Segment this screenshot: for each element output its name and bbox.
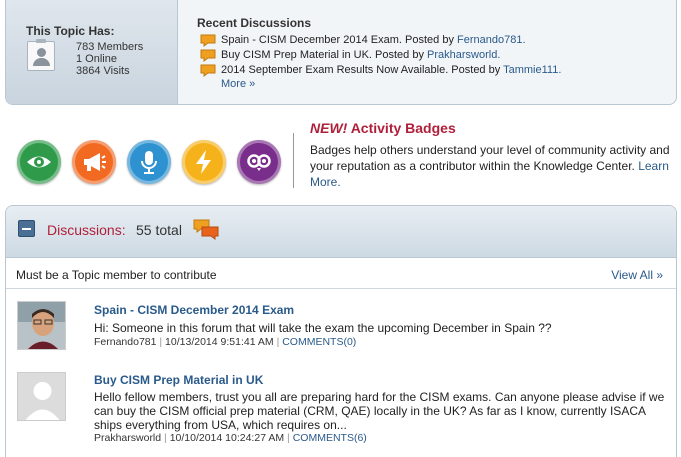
recent-discussion-item[interactable]: Buy CISM Prep Material in UK. Posted by … xyxy=(197,48,667,63)
badges-divider xyxy=(293,133,294,188)
recent-discussion-item[interactable]: 2014 September Exam Results Now Availabl… xyxy=(197,63,667,78)
avatar[interactable] xyxy=(17,372,66,421)
post-meta: Prakharsworld | 10/10/2014 10:24:27 AM |… xyxy=(94,432,367,444)
owl-badge-icon[interactable] xyxy=(237,140,281,184)
post-meta: Fernando781 | 10/13/2014 9:51:41 AM | CO… xyxy=(94,336,357,348)
members-clipboard-icon xyxy=(27,39,55,71)
recent-discussion-item[interactable]: Spain - CISM December 2014 Exam. Posted … xyxy=(197,33,667,48)
topic-info-box: This Topic Has: 783 Members 1 Online 386… xyxy=(5,0,677,105)
recent-more-link[interactable]: More » xyxy=(221,78,255,90)
chat-bubbles-icon xyxy=(193,219,219,240)
recent-discussion-text[interactable]: Spain - CISM December 2014 Exam. Posted … xyxy=(221,34,457,46)
post-comments-link[interactable]: COMMENTS(0) xyxy=(282,336,356,348)
topic-stats-panel: This Topic Has: 783 Members 1 Online 386… xyxy=(6,0,178,104)
members-count: 783 Members xyxy=(76,41,144,53)
megaphone-badge-icon[interactable] xyxy=(72,140,116,184)
post-body: Hello fellow members, trust you all are … xyxy=(94,390,665,432)
recent-discussion-text[interactable]: Buy CISM Prep Material in UK. Posted by xyxy=(221,49,427,61)
discussions-title: Discussions: xyxy=(47,222,126,238)
post-author[interactable]: Prakharsworld xyxy=(94,432,161,444)
recent-discussion-author[interactable]: Tammie111. xyxy=(503,64,561,76)
collapse-button[interactable] xyxy=(18,220,35,237)
discussion-bubble-icon xyxy=(200,49,216,62)
post-author[interactable]: Fernando781 xyxy=(94,336,156,348)
badges-description-text: Badges help others understand your level… xyxy=(310,143,670,173)
recent-discussions-list: Spain - CISM December 2014 Exam. Posted … xyxy=(197,33,667,78)
new-label: NEW! xyxy=(310,120,348,136)
member-notice-bar: Must be a Topic member to contribute Vie… xyxy=(6,259,676,289)
avatar[interactable] xyxy=(17,301,66,350)
eye-badge-icon[interactable] xyxy=(17,140,61,184)
post-comments-link[interactable]: COMMENTS(6) xyxy=(293,432,367,444)
online-count: 1 Online xyxy=(76,53,117,65)
activity-badges-description: Badges help others understand your level… xyxy=(310,142,676,190)
microphone-badge-icon[interactable] xyxy=(127,140,171,184)
post-title[interactable]: Buy CISM Prep Material in UK xyxy=(94,373,263,387)
lightning-badge-icon[interactable] xyxy=(182,140,226,184)
visits-count: 3864 Visits xyxy=(76,65,130,77)
activity-badges-label: Activity Badges xyxy=(347,120,456,136)
post-title[interactable]: Spain - CISM December 2014 Exam xyxy=(94,303,294,317)
topic-has-title: This Topic Has: xyxy=(26,24,115,38)
recent-discussion-text[interactable]: 2014 September Exam Results Now Availabl… xyxy=(221,64,503,76)
post-body: Hi: Someone in this forum that will take… xyxy=(94,321,552,335)
discussion-bubble-icon xyxy=(200,64,216,77)
discussions-header: Discussions: 55 total xyxy=(6,206,676,258)
recent-discussions-title: Recent Discussions xyxy=(197,16,312,30)
post-date: 10/13/2014 9:51:41 AM xyxy=(165,336,274,348)
member-notice: Must be a Topic member to contribute xyxy=(16,268,217,282)
view-all-link[interactable]: View All » xyxy=(611,268,663,282)
post-date: 10/10/2014 10:24:27 AM xyxy=(169,432,285,444)
discussions-panel: Discussions: 55 total Must be a Topic me… xyxy=(5,205,677,457)
activity-badges-title: NEW! Activity Badges xyxy=(310,120,456,136)
recent-discussion-author[interactable]: Fernando781. xyxy=(457,34,526,46)
topic-stats: 783 Members 1 Online 3864 Visits xyxy=(76,41,143,77)
recent-discussion-author[interactable]: Prakharsworld. xyxy=(427,49,500,61)
discussions-total: 55 total xyxy=(136,222,182,238)
discussion-bubble-icon xyxy=(200,34,216,47)
